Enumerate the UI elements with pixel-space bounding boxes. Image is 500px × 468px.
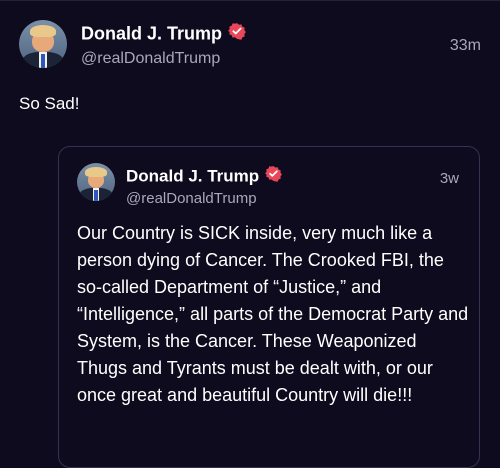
quoted-post-time[interactable]: 3w	[440, 170, 459, 187]
post-time[interactable]: 33m	[450, 37, 481, 55]
author-handle[interactable]: @realDonaldTrump	[81, 50, 220, 68]
author-name[interactable]: Donald J. Trump	[81, 23, 222, 43]
verified-badge-icon	[228, 22, 246, 45]
author-name-row[interactable]: Donald J. Trump	[81, 23, 246, 46]
quoted-post-card[interactable]: Donald J. Trump @realDonaldTrump 3w Our …	[58, 146, 480, 468]
post-text: So Sad!	[19, 94, 80, 113]
verified-badge-icon	[265, 165, 283, 187]
quoted-author-handle[interactable]: @realDonaldTrump	[126, 190, 257, 207]
quoted-author-name[interactable]: Donald J. Trump	[126, 166, 259, 185]
quoted-author-name-row[interactable]: Donald J. Trump	[126, 165, 283, 188]
avatar[interactable]	[19, 20, 67, 68]
quoted-post-text: Our Country is SICK inside, very much li…	[77, 223, 469, 405]
post[interactable]: Donald J. Trump @realDonaldTrump 33m So …	[0, 0, 500, 468]
quoted-avatar[interactable]	[77, 163, 115, 201]
